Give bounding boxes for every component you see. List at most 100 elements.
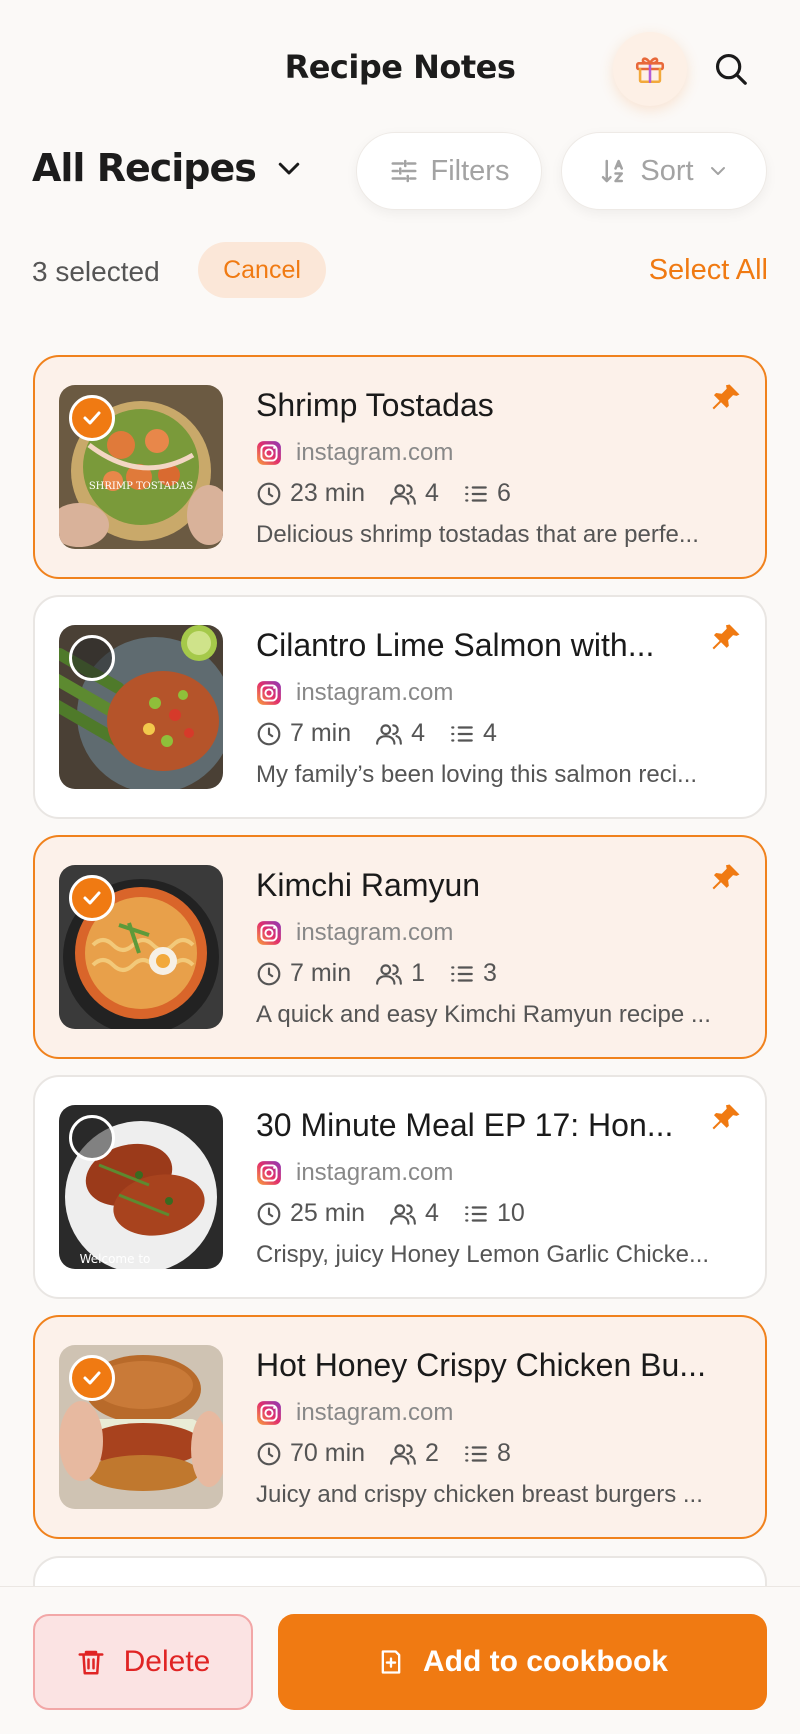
servings: 1	[411, 959, 426, 987]
recipe-meta: 70 min 2 8	[256, 1439, 535, 1468]
recipe-card[interactable]: Kimchi Ramyun instagram.com 7 min 1 3 A …	[33, 835, 767, 1059]
app-header: Recipe Notes	[0, 0, 800, 140]
search-icon	[715, 53, 747, 85]
recipe-source: instagram.com	[256, 919, 453, 947]
source-domain: instagram.com	[296, 1399, 454, 1426]
list-icon	[451, 725, 473, 742]
people-icon	[390, 483, 416, 505]
source-domain: instagram.com	[296, 679, 454, 706]
cook-time: 7 min	[290, 959, 352, 987]
collection-selector[interactable]: All Recipes	[32, 146, 304, 190]
collection-title: All Recipes	[32, 146, 257, 190]
clock-icon	[257, 1442, 281, 1465]
select-checkbox[interactable]	[69, 1355, 115, 1401]
instagram-icon	[257, 1401, 281, 1425]
cook-time: 70 min	[290, 1439, 366, 1467]
recipe-source: instagram.com	[256, 1399, 453, 1427]
recipe-description: My family’s been loving this salmon reci…	[256, 761, 698, 788]
recipe-source: instagram.com	[256, 439, 453, 467]
servings: 4	[411, 719, 426, 747]
gift-icon	[635, 57, 665, 84]
clock-icon	[257, 962, 281, 985]
recipe-card[interactable]: Hot Honey Crispy Chicken Bu... instagram…	[33, 1315, 767, 1539]
instagram-icon	[257, 681, 281, 705]
cook-time: 25 min	[290, 1199, 366, 1227]
list-icon	[465, 1205, 487, 1222]
add-to-book-icon	[381, 1650, 401, 1674]
filters-label: Filters	[430, 154, 510, 187]
people-icon	[376, 963, 403, 985]
recipe-source: instagram.com	[256, 1159, 453, 1187]
recipe-meta: 7 min 1 3	[256, 959, 521, 988]
source-domain: instagram.com	[296, 439, 454, 466]
sort-button[interactable]: Sort	[561, 132, 767, 210]
add-to-cookbook-label: Add to cookbook	[423, 1645, 668, 1678]
list-icon	[465, 1445, 487, 1462]
pin-icon[interactable]	[709, 381, 743, 415]
servings: 4	[425, 479, 439, 507]
pin-icon[interactable]	[709, 621, 743, 655]
select-checkbox[interactable]	[69, 635, 115, 681]
delete-label: Delete	[123, 1645, 211, 1678]
trash-icon	[78, 1650, 104, 1675]
clock-icon	[257, 1202, 281, 1225]
recipe-card[interactable]: Welcome to 30 Minute Meal EP 17: Hon... …	[33, 1075, 767, 1299]
cook-time: 7 min	[290, 719, 352, 747]
people-icon	[390, 1203, 416, 1225]
filters-button[interactable]: Filters	[356, 132, 542, 210]
recipe-card[interactable]: SHRIMP TOSTADAS Shrimp Tostadas instagra…	[33, 355, 767, 579]
add-to-cookbook-button[interactable]: Add to cookbook	[278, 1614, 767, 1710]
people-icon	[390, 1443, 416, 1465]
search-button[interactable]	[706, 44, 756, 94]
source-domain: instagram.com	[296, 1159, 454, 1186]
recipe-description: Juicy and crispy chicken breast burgers …	[256, 1481, 703, 1508]
servings: 2	[425, 1439, 439, 1467]
pin-icon[interactable]	[709, 1101, 743, 1135]
checkmark-icon	[83, 411, 101, 425]
recipe-title: Shrimp Tostadas	[256, 387, 494, 423]
clock-icon	[257, 722, 281, 745]
cook-time: 23 min	[290, 479, 366, 507]
people-icon	[376, 723, 403, 745]
sort-az-icon	[602, 159, 624, 183]
checkmark-icon	[83, 1371, 101, 1385]
recipe-title: Hot Honey Crispy Chicken Bu...	[256, 1347, 706, 1383]
source-domain: instagram.com	[296, 919, 454, 946]
recipe-meta: 7 min 4 4	[256, 719, 521, 748]
recipe-source: instagram.com	[256, 679, 453, 707]
servings: 4	[425, 1199, 439, 1227]
bottom-action-bar: Delete Add to cookbook	[0, 1586, 800, 1734]
step-count: 8	[496, 1439, 511, 1467]
select-checkbox[interactable]	[69, 1115, 115, 1161]
step-count: 4	[483, 719, 497, 747]
thumbnail-caption: SHRIMP TOSTADAS	[89, 481, 194, 492]
sort-label: Sort	[640, 154, 694, 187]
instagram-icon	[257, 441, 281, 465]
recipe-meta: 23 min 4 6	[256, 479, 535, 508]
step-count: 6	[496, 479, 511, 507]
list-icon	[465, 485, 487, 502]
checkmark-icon	[83, 891, 101, 905]
list-icon	[451, 965, 473, 982]
chevron-down-icon	[278, 162, 300, 175]
gift-button[interactable]	[613, 32, 687, 106]
recipe-description: Delicious shrimp tostadas that are perfe…	[256, 521, 699, 548]
selected-count: 3 selected	[32, 256, 160, 287]
select-checkbox[interactable]	[69, 395, 115, 441]
pin-icon[interactable]	[709, 861, 743, 895]
select-checkbox[interactable]	[69, 875, 115, 921]
recipe-title: 30 Minute Meal EP 17: Hon...	[256, 1107, 674, 1143]
recipe-card[interactable]: Cilantro Lime Salmon with... instagram.c…	[33, 595, 767, 819]
recipe-title: Kimchi Ramyun	[256, 867, 481, 903]
recipe-meta: 25 min 4 10	[256, 1199, 549, 1228]
step-count: 3	[483, 959, 497, 987]
instagram-icon	[257, 921, 281, 945]
clock-icon	[257, 482, 281, 505]
delete-button[interactable]: Delete	[33, 1614, 253, 1710]
step-count: 10	[496, 1199, 525, 1227]
cancel-button[interactable]: Cancel	[198, 242, 326, 298]
recipe-description: Crispy, juicy Honey Lemon Garlic Chicke.…	[256, 1241, 710, 1268]
select-all-button[interactable]: Select All	[649, 254, 768, 287]
sliders-icon	[391, 159, 417, 183]
thumbnail-caption: Welcome to	[80, 1252, 151, 1266]
